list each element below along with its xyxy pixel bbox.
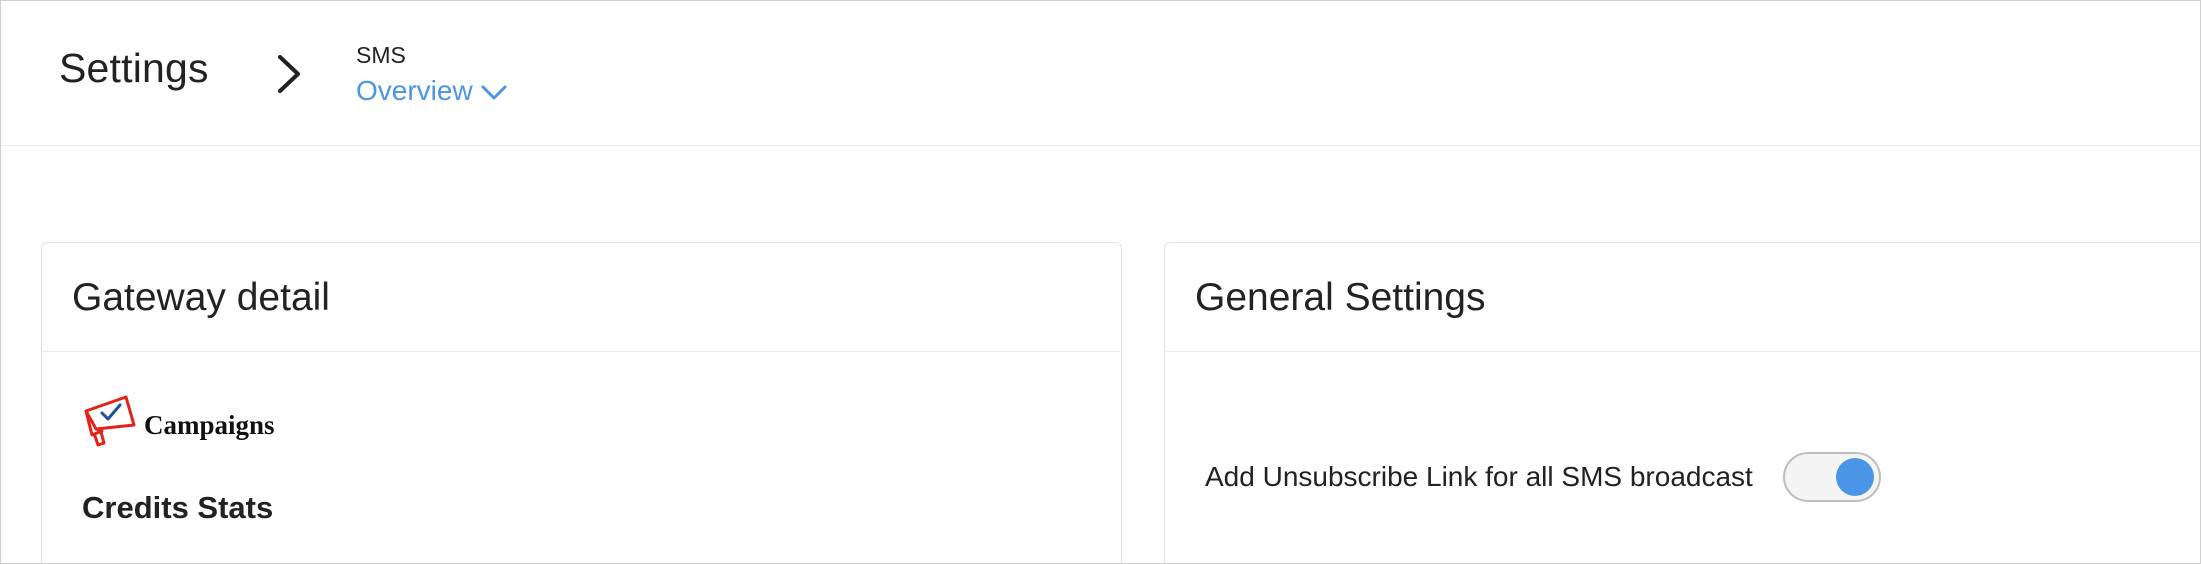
card-title: General Settings — [1195, 276, 1486, 319]
gateway-detail-card: Gateway detail Campaigns Credits Stats — [41, 242, 1122, 563]
toggle-knob — [1835, 458, 1874, 496]
unsubscribe-toggle[interactable] — [1782, 452, 1881, 502]
campaigns-brand: Campaigns — [82, 395, 275, 447]
settings-page: Settings SMS Overview Gateway detail Cam… — [0, 0, 2201, 564]
card-header: General Settings — [1165, 243, 2200, 352]
credits-stats-heading: Credits Stats — [82, 490, 274, 525]
card-title: Gateway detail — [72, 276, 330, 319]
breadcrumb-dropdown[interactable]: Overview — [356, 75, 507, 107]
chevron-right-icon — [278, 55, 300, 93]
page-header: Settings SMS Overview — [1, 1, 2200, 146]
breadcrumb-parent: SMS — [356, 42, 406, 68]
page-title: Settings — [59, 45, 209, 91]
breadcrumb-current-label: Overview — [356, 75, 473, 106]
unsubscribe-setting-row: Add Unsubscribe Link for all SMS broadca… — [1205, 452, 1881, 502]
megaphone-icon — [84, 395, 136, 447]
chevron-down-icon — [481, 85, 507, 100]
card-header: Gateway detail — [42, 243, 1121, 352]
general-settings-card: General Settings Add Unsubscribe Link fo… — [1164, 242, 2200, 563]
unsubscribe-label: Add Unsubscribe Link for all SMS broadca… — [1205, 461, 1753, 492]
brand-name: Campaigns — [144, 409, 275, 440]
